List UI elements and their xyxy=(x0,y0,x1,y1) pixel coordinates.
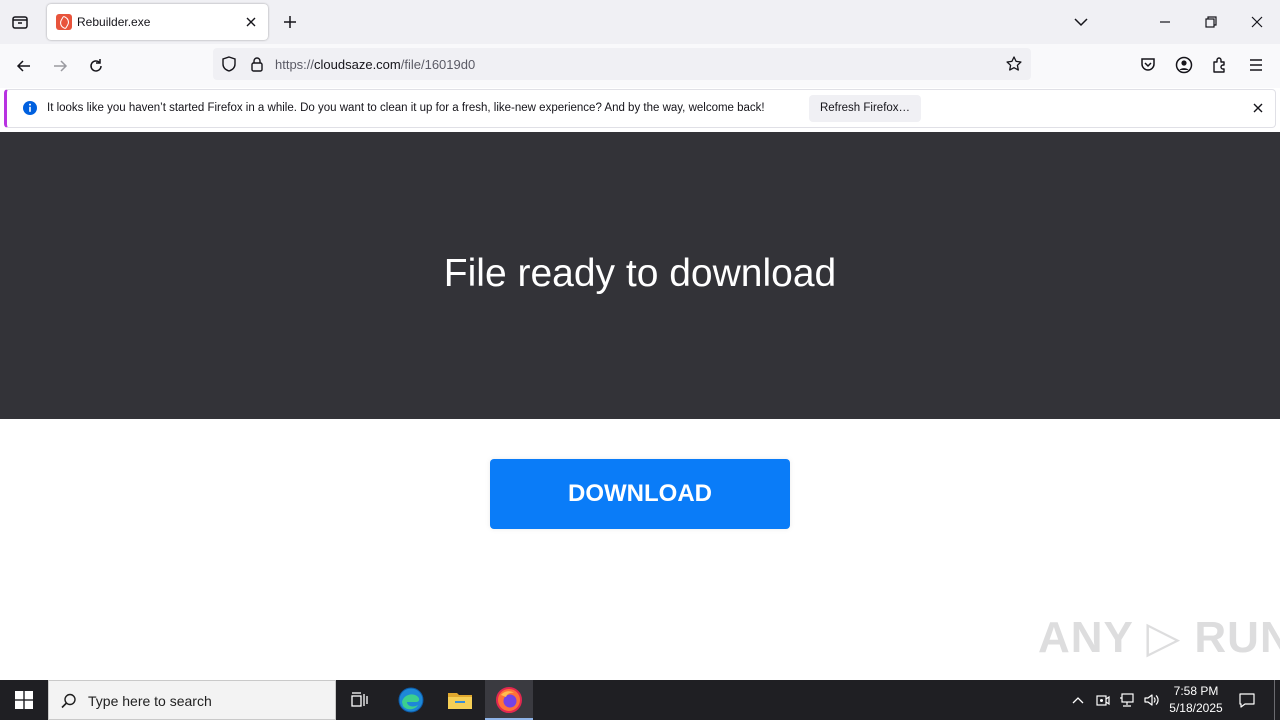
minimize-icon[interactable] xyxy=(1157,14,1173,30)
hero-banner: File ready to download xyxy=(0,132,1280,419)
network-icon[interactable] xyxy=(1119,692,1135,708)
tab-strip: Rebuilder.exe xyxy=(0,0,1280,44)
search-placeholder: Type here to search xyxy=(88,693,212,709)
notification-message: It looks like you haven’t started Firefo… xyxy=(47,102,765,114)
system-clock[interactable]: 7:58 PM 5/18/2025 xyxy=(1164,683,1228,717)
taskbar-search-box[interactable]: Type here to search xyxy=(48,680,336,720)
active-tab[interactable]: Rebuilder.exe xyxy=(47,4,268,40)
chevron-up-icon[interactable] xyxy=(1071,693,1085,707)
show-desktop-divider[interactable] xyxy=(1274,680,1275,720)
url-path: /file/16019d0 xyxy=(400,57,476,72)
page-headline: File ready to download xyxy=(443,252,837,295)
task-view-icon[interactable] xyxy=(350,691,370,709)
firefox-icon[interactable] xyxy=(496,687,522,713)
forward-icon[interactable] xyxy=(50,56,70,76)
firefox-refresh-notification: It looks like you haven’t started Firefo… xyxy=(4,89,1276,128)
new-tab-icon[interactable] xyxy=(282,14,298,30)
tab-title: Rebuilder.exe xyxy=(77,15,151,29)
restore-icon[interactable] xyxy=(1203,14,1219,30)
windows-start-icon[interactable] xyxy=(15,691,33,709)
clock-time: 7:58 PM xyxy=(1173,684,1219,698)
account-icon[interactable] xyxy=(1174,55,1194,75)
close-notification-icon[interactable] xyxy=(1251,101,1265,115)
pocket-icon[interactable] xyxy=(1138,55,1158,75)
url-bar[interactable]: https://cloudsaze.com/file/16019d0 xyxy=(213,48,1031,80)
back-icon[interactable] xyxy=(14,56,34,76)
clock-date: 5/18/2025 xyxy=(1169,701,1223,715)
volume-icon[interactable] xyxy=(1143,692,1159,708)
download-button[interactable]: DOWNLOAD xyxy=(490,459,790,529)
list-all-tabs-icon[interactable] xyxy=(1073,14,1089,30)
url-host: cloudsaze.com xyxy=(314,57,401,72)
bookmark-star-icon[interactable] xyxy=(1005,55,1023,73)
tab-favicon xyxy=(56,14,72,30)
navigation-toolbar: https://cloudsaze.com/file/16019d0 xyxy=(0,44,1280,88)
tab-list-icon[interactable] xyxy=(10,12,30,32)
reload-icon[interactable] xyxy=(86,56,106,76)
file-explorer-icon[interactable] xyxy=(447,688,473,712)
notification-icon[interactable] xyxy=(1238,691,1256,709)
windows-taskbar: Type here to search 7:58 PM 5/18/2025 xyxy=(0,680,1280,720)
lock-icon[interactable] xyxy=(248,55,266,73)
anyrun-watermark: ANY ▷ RUN xyxy=(1038,613,1280,662)
url-prefix: https:// xyxy=(275,57,315,72)
shield-icon[interactable] xyxy=(220,55,238,73)
meet-icon[interactable] xyxy=(1095,692,1111,708)
menu-icon[interactable] xyxy=(1246,55,1266,75)
refresh-firefox-button[interactable]: Refresh Firefox… xyxy=(809,95,921,122)
search-icon xyxy=(60,692,78,710)
info-icon xyxy=(22,100,38,116)
tab-close-icon[interactable] xyxy=(244,15,258,29)
extensions-icon[interactable] xyxy=(1210,55,1230,75)
url-text[interactable]: https://cloudsaze.com/file/16019d0 xyxy=(275,57,475,72)
close-window-icon[interactable] xyxy=(1249,14,1265,30)
edge-icon[interactable] xyxy=(398,687,424,713)
